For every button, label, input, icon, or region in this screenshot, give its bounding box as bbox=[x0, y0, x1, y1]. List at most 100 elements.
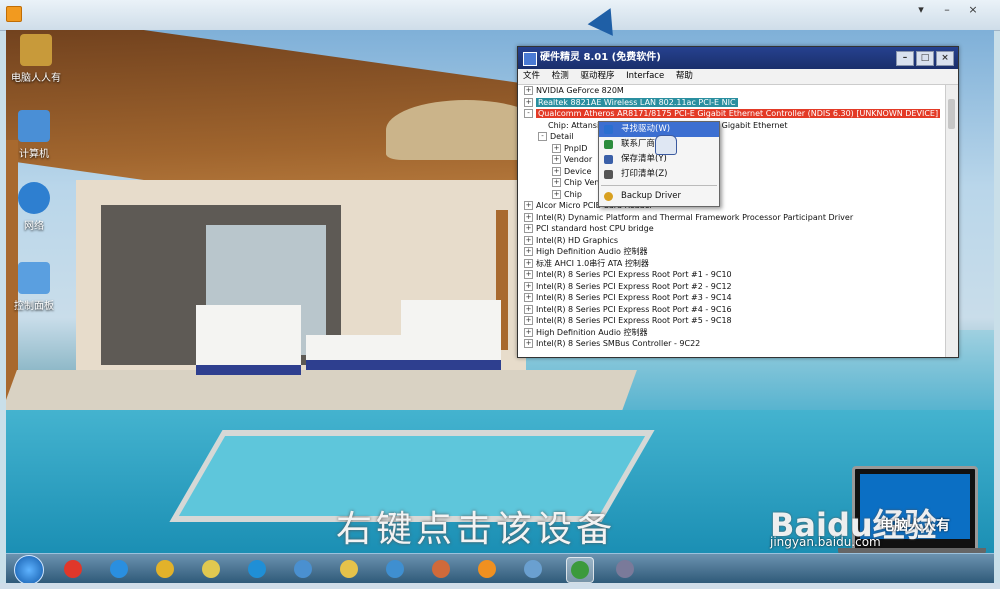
window-minimize-button[interactable]: – bbox=[896, 51, 914, 66]
tree-row[interactable]: + High Definition Audio 控制器 bbox=[518, 327, 946, 339]
tree-row[interactable]: + Intel(R) 8 Series PCI Express Root Port… bbox=[518, 269, 946, 281]
tree-row[interactable]: + Chip bbox=[518, 189, 946, 201]
taskbar-board-button[interactable] bbox=[566, 557, 594, 583]
tree-row[interactable]: + Intel(R) 8 Series SMBus Controller - 9C… bbox=[518, 338, 946, 350]
tree-row[interactable]: + PCI standard host CPU bridge bbox=[518, 223, 946, 235]
scrollbar-thumb[interactable] bbox=[948, 99, 955, 129]
collapse-icon[interactable]: - bbox=[524, 109, 533, 118]
tree-row[interactable]: + Alcor Micro PCIE Card Reader bbox=[518, 200, 946, 212]
tree-row[interactable]: - Detail bbox=[518, 131, 946, 143]
tree-row-label: PCI standard host CPU bridge bbox=[536, 224, 654, 233]
folder-green-icon bbox=[202, 560, 220, 578]
taskbar-remote-button[interactable] bbox=[290, 557, 316, 581]
watermark-url: jingyan.baidu.com bbox=[770, 535, 881, 549]
menu-bar: 文件 检测 驱动程序 Interface 帮助 bbox=[518, 69, 958, 85]
tree-row[interactable]: + Intel(R) 8 Series PCI Express Root Port… bbox=[518, 281, 946, 293]
expand-icon[interactable]: + bbox=[524, 270, 533, 279]
menu-interface[interactable]: Interface bbox=[626, 71, 664, 81]
window-maximize-button[interactable]: □ bbox=[916, 51, 934, 66]
expand-icon[interactable]: + bbox=[524, 304, 533, 314]
find-driver-icon bbox=[604, 125, 613, 134]
expand-icon[interactable]: + bbox=[524, 212, 533, 222]
desktop-icon-control-panel[interactable]: 控制面板 bbox=[6, 262, 64, 312]
expand-icon[interactable]: + bbox=[524, 316, 533, 325]
menu-detect[interactable]: 检测 bbox=[552, 71, 569, 81]
backup-driver-item[interactable]: Backup Driver bbox=[599, 189, 719, 204]
taskbar-fan-button[interactable] bbox=[382, 557, 408, 581]
tree-row[interactable]: - Qualcomm Atheros AR8171/8175 PCI-E Giga… bbox=[518, 108, 946, 120]
tree-row[interactable]: + Intel(R) HD Graphics bbox=[518, 235, 946, 247]
expand-icon[interactable]: + bbox=[524, 235, 533, 245]
jiang-app-icon bbox=[64, 560, 82, 578]
taskbar-jiang-app-button[interactable] bbox=[60, 557, 86, 581]
window-titlebar[interactable]: 硬件精灵 8.01 (免费软件) – □ × bbox=[518, 47, 958, 69]
tree-row[interactable]: Chip: Attansic 1 Gigabit Ethernet bbox=[518, 120, 946, 132]
tree-row[interactable]: + Intel(R) 8 Series PCI Express Root Port… bbox=[518, 315, 946, 327]
tree-scrollbar[interactable] bbox=[945, 85, 958, 357]
expand-icon[interactable]: + bbox=[552, 166, 561, 176]
tree-row-label: High Definition Audio 控制器 bbox=[536, 247, 648, 256]
taskbar-chrome-button[interactable] bbox=[152, 557, 178, 581]
collapse-icon[interactable]: - bbox=[538, 132, 547, 141]
expand-icon[interactable]: + bbox=[552, 189, 561, 199]
tree-row[interactable]: + Device bbox=[518, 166, 946, 178]
expand-icon[interactable]: + bbox=[524, 224, 533, 233]
taskbar-hw-tool-button[interactable] bbox=[612, 557, 638, 581]
menu-help[interactable]: 帮助 bbox=[676, 71, 693, 81]
taskbar-paint-button[interactable] bbox=[428, 557, 454, 581]
menu-file[interactable]: 文件 bbox=[523, 71, 540, 81]
desktop-icon-computer[interactable]: 计算机 bbox=[6, 110, 64, 160]
tree-row-label: Chip: Attansic bbox=[548, 120, 604, 130]
taskbar-ie-button[interactable] bbox=[106, 557, 132, 581]
expand-icon[interactable]: + bbox=[524, 201, 533, 210]
desktop-icon-user-folder[interactable]: 电脑人人有 bbox=[6, 34, 66, 84]
tree-row[interactable]: + Intel(R) 8 Series PCI Express Root Port… bbox=[518, 304, 946, 316]
tree-row[interactable]: + Chip Vend bbox=[518, 177, 946, 189]
expand-icon[interactable]: + bbox=[524, 339, 533, 348]
tree-row[interactable]: + 标准 AHCI 1.0串行 ATA 控制器 bbox=[518, 258, 946, 270]
computer-icon bbox=[18, 110, 50, 142]
player-bottom-border bbox=[0, 583, 1000, 589]
expand-icon[interactable]: + bbox=[552, 143, 561, 153]
expand-icon[interactable]: + bbox=[524, 258, 533, 268]
taskbar-folder-green-button[interactable] bbox=[198, 557, 224, 581]
network-globe-icon bbox=[18, 182, 50, 214]
tree-row[interactable]: + Vendor bbox=[518, 154, 946, 166]
tree-row[interactable]: + High Definition Audio 控制器 bbox=[518, 246, 946, 258]
expand-icon[interactable]: + bbox=[524, 327, 533, 337]
expand-icon[interactable]: + bbox=[524, 97, 533, 107]
menu-item-label: 寻找驱动(W) bbox=[621, 124, 671, 134]
start-button[interactable] bbox=[14, 555, 44, 585]
taskbar-notes-button[interactable] bbox=[520, 557, 546, 581]
menu-drivers[interactable]: 驱动程序 bbox=[580, 71, 614, 81]
tree-row-label: Realtek 8821AE Wireless LAN 802.11ac PCI… bbox=[536, 97, 738, 107]
close-button[interactable]: × bbox=[966, 4, 980, 16]
tree-row-label: Intel(R) Dynamic Platform and Thermal Fr… bbox=[536, 212, 854, 222]
menu-item-label: Backup Driver bbox=[621, 191, 682, 201]
desktop-icon-network[interactable]: 网络 bbox=[6, 182, 64, 232]
taskbar-explorer-button[interactable] bbox=[336, 557, 362, 581]
browser-icon bbox=[248, 560, 266, 578]
expand-icon[interactable]: + bbox=[524, 293, 533, 302]
tree-row[interactable]: + Intel(R) 8 Series PCI Express Root Port… bbox=[518, 292, 946, 304]
expand-icon[interactable]: + bbox=[524, 86, 533, 95]
tree-row[interactable]: + PnpID bbox=[518, 143, 946, 155]
expand-icon[interactable]: + bbox=[524, 247, 533, 256]
wallpaper-chair bbox=[401, 300, 501, 370]
taskbar bbox=[6, 553, 994, 585]
hand-cursor-icon bbox=[655, 135, 677, 155]
expand-icon[interactable]: + bbox=[524, 281, 533, 291]
tree-row[interactable]: + Realtek 8821AE Wireless LAN 802.11ac PC… bbox=[518, 97, 946, 109]
remote-icon bbox=[294, 560, 312, 578]
minimize-button[interactable]: – bbox=[940, 4, 954, 16]
window-close-button[interactable]: × bbox=[936, 51, 954, 66]
taskbar-player-button[interactable] bbox=[474, 557, 500, 581]
expand-icon[interactable]: + bbox=[552, 178, 561, 187]
expand-icon[interactable]: + bbox=[552, 155, 561, 164]
tree-row[interactable]: + NVIDIA GeForce 820M bbox=[518, 85, 946, 97]
tree-row-label: Device bbox=[564, 166, 592, 176]
dropdown-button[interactable]: ▾ bbox=[914, 4, 928, 16]
tree-row[interactable]: + Intel(R) Dynamic Platform and Thermal F… bbox=[518, 212, 946, 224]
taskbar-browser-button[interactable] bbox=[244, 557, 270, 581]
print-list-item[interactable]: 打印清单(Z) bbox=[599, 167, 719, 182]
